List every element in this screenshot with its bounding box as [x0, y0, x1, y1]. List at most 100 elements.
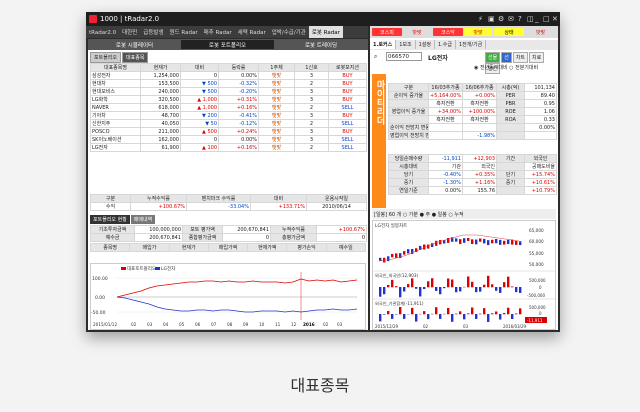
menu-item[interactable]: 매추 Radar — [201, 26, 235, 38]
table-row[interactable]: 현대차 153,500 ▼ 500 -0.32% 뱃맞 2 BUY — [90, 79, 367, 88]
table-row[interactable]: LG화학 320,500 ▲ 1,000 +0.31% 뱃맞 3 BUY — [90, 95, 367, 104]
kosdaq-label[interactable]: 코스닥 — [433, 28, 463, 36]
volume-bar — [511, 286, 514, 288]
table-row[interactable]: LG전자 61,900 ▲ 100 +0.16% 뱃맞 2 SELL — [90, 143, 367, 152]
chart-toolbar[interactable]: [일봉] 60 개 ○ 가분 ● 주 ● 일봉 ○ 누적 — [372, 209, 556, 219]
x-label: 03 — [147, 322, 153, 327]
flow-cell: 155.76 — [462, 186, 497, 195]
volume-bar — [515, 313, 518, 315]
close-icon[interactable]: ✕ — [552, 15, 558, 23]
mighty-leader-banner: 마이티리더 — [372, 74, 386, 208]
menu-item[interactable]: 원드 Radar — [167, 26, 201, 38]
window-icon-2[interactable]: ▣ — [488, 15, 495, 23]
btn-cure[interactable]: 치료 — [529, 52, 545, 63]
col-header: 운용시작일 — [306, 194, 367, 203]
stock-table: 대표종목명 현재가 대비 등락률 1주체 1신호 로봇포지션 삼성전자 1,254… — [90, 63, 367, 152]
tab-representative-stocks[interactable]: 대표종목 — [122, 52, 149, 63]
btn-chart[interactable]: 차트 — [512, 52, 529, 63]
info-cell: 영업이익 전망치 변동 — [388, 131, 429, 140]
table-cell: +0.16% — [218, 103, 259, 112]
table-cell: 48,700 — [140, 111, 181, 120]
field-value: 200,670,841 — [222, 225, 271, 234]
market-cap: 101,134 — [524, 83, 557, 92]
search-icon[interactable]: ⌕ — [374, 53, 377, 61]
volume-bar — [391, 279, 394, 288]
layout-icon[interactable]: ◫ — [527, 15, 534, 23]
menu-item[interactable]: 급등발생 — [140, 26, 166, 38]
volume-bar — [423, 287, 426, 290]
table-row[interactable]: 신한지주 40,050 ▼ 50 -0.12% 뱃맞 2 SELL — [90, 119, 367, 128]
tab-portfolio-status[interactable]: 포트폴리오 현황 — [90, 215, 130, 224]
holdings-table: 종목명 매입가 현재가 매입가액 현재가액 평가손익 예수일 — [89, 243, 367, 252]
tab-trading[interactable]: 로봇 트레이딩 — [274, 40, 368, 49]
table-row[interactable]: 삼성전자 1,254,000 0 0.00% 뱃맞 3 BUY — [90, 71, 367, 80]
tab-trade-history[interactable]: 매매내역 — [130, 215, 156, 224]
x-label: 06 — [195, 322, 201, 327]
maximize-icon[interactable]: □ — [543, 15, 550, 23]
settings-icon[interactable]: ⚙ — [498, 15, 504, 23]
btn-line[interactable]: 선 — [501, 52, 512, 63]
tab-portfolio[interactable]: 로봇 포트폴리오 — [181, 40, 274, 49]
state-label[interactable]: 상태 — [494, 28, 524, 36]
menu-item[interactable]: 세력 Radar — [235, 26, 269, 38]
period-option[interactable]: ◉ 전년동기대비 ○ 전분기대비 — [474, 64, 538, 71]
table-row[interactable]: SK이노베이션 162,000 0 0.00% 뱃맞 3 SELL — [90, 135, 367, 144]
volume-bar — [439, 314, 442, 319]
menu-item-active[interactable]: 로봇 Radar — [308, 26, 343, 38]
table-cell: ▼ 200 — [180, 111, 219, 120]
field-label: 누적수익률 — [270, 225, 317, 234]
menu-item[interactable]: tRadar2.0 — [86, 28, 119, 38]
menu-item[interactable]: 대한민 — [119, 26, 140, 38]
field-value: 0 — [316, 233, 367, 242]
state-status: 밧맞 — [525, 28, 556, 36]
tab-portfolio-list[interactable]: 포트폴리오 — [90, 52, 122, 63]
col-header: 현재가 — [140, 63, 181, 72]
volume-bar — [467, 313, 470, 315]
table-row[interactable]: NAVER 618,000 ▲ 1,000 +0.16% 뱃맞 2 SELL — [90, 103, 367, 112]
table-cell: 뱃맞 — [258, 119, 295, 128]
robot-subtabs: 로봇 시뮬레이터 로봇 포트폴리오 로봇 트레이딩 — [88, 39, 368, 50]
tab-supply[interactable]: 1.수급 — [435, 40, 456, 49]
table-cell: SELL — [328, 143, 367, 152]
minimize-icon[interactable]: _ — [535, 15, 539, 23]
volume-bar — [507, 276, 510, 288]
menu-item[interactable]: 업박/수급/기관 — [269, 26, 309, 38]
tab-locus[interactable]: 1.로커스 — [370, 40, 397, 49]
flow-cell: +0.35% — [462, 170, 497, 179]
volume-bar — [479, 287, 482, 292]
kospi-label[interactable]: 코스피 — [372, 28, 402, 36]
window-icon-1[interactable]: ⚡ — [478, 15, 483, 23]
x-label: 2016 — [303, 322, 315, 327]
table-row[interactable]: POSCO 211,000 ▲ 500 +0.24% 뱃맞 3 BUY — [90, 127, 367, 136]
info-cell: 1.06 — [524, 107, 557, 116]
candle — [479, 238, 482, 242]
tab-settings[interactable]: 1설정 — [416, 40, 435, 49]
info-cell: 0.95 — [524, 99, 557, 108]
x-label: 2015/01/12 — [93, 322, 117, 327]
table-cell: BUY — [328, 127, 367, 136]
table-cell: 3 — [294, 95, 329, 104]
table-cell: 0.00% — [218, 71, 259, 80]
volume-bar — [495, 287, 498, 291]
flow-cell: 단기 — [496, 170, 525, 179]
col-header: 벤치마크 수익률 — [186, 194, 251, 203]
flow-cell: 기관 — [428, 162, 463, 171]
info-cell: PER — [496, 91, 525, 100]
candle — [487, 240, 490, 246]
table-row[interactable]: 기아차 48,700 ▼ 200 -0.41% 뱃맞 3 BUY — [90, 111, 367, 120]
mail-icon[interactable]: ✉ — [508, 15, 514, 23]
help-icon[interactable]: ? — [518, 15, 522, 23]
tab-simulator[interactable]: 로봇 시뮬레이터 — [88, 40, 181, 49]
stock-code-input[interactable]: 066570 — [386, 52, 422, 61]
flow-cell: 연일기준 — [388, 186, 429, 195]
table-cell: SELL — [328, 119, 367, 128]
kosdaq-status: 밧맞 — [464, 28, 492, 36]
tab-expand[interactable]: 1전개/기금 — [456, 40, 487, 49]
tab-aux[interactable]: 1보조 — [396, 40, 416, 49]
table-cell: LG전자 — [90, 143, 141, 152]
btn-futures[interactable]: 선물 — [485, 52, 501, 63]
flow-cell: 시총대비 — [388, 162, 429, 171]
volume-bar — [487, 275, 490, 288]
table-cell: ▼ 500 — [180, 79, 219, 88]
table-row[interactable]: 현대모비스 240,000 ▼ 500 -0.20% 뱃맞 3 BUY — [90, 87, 367, 96]
